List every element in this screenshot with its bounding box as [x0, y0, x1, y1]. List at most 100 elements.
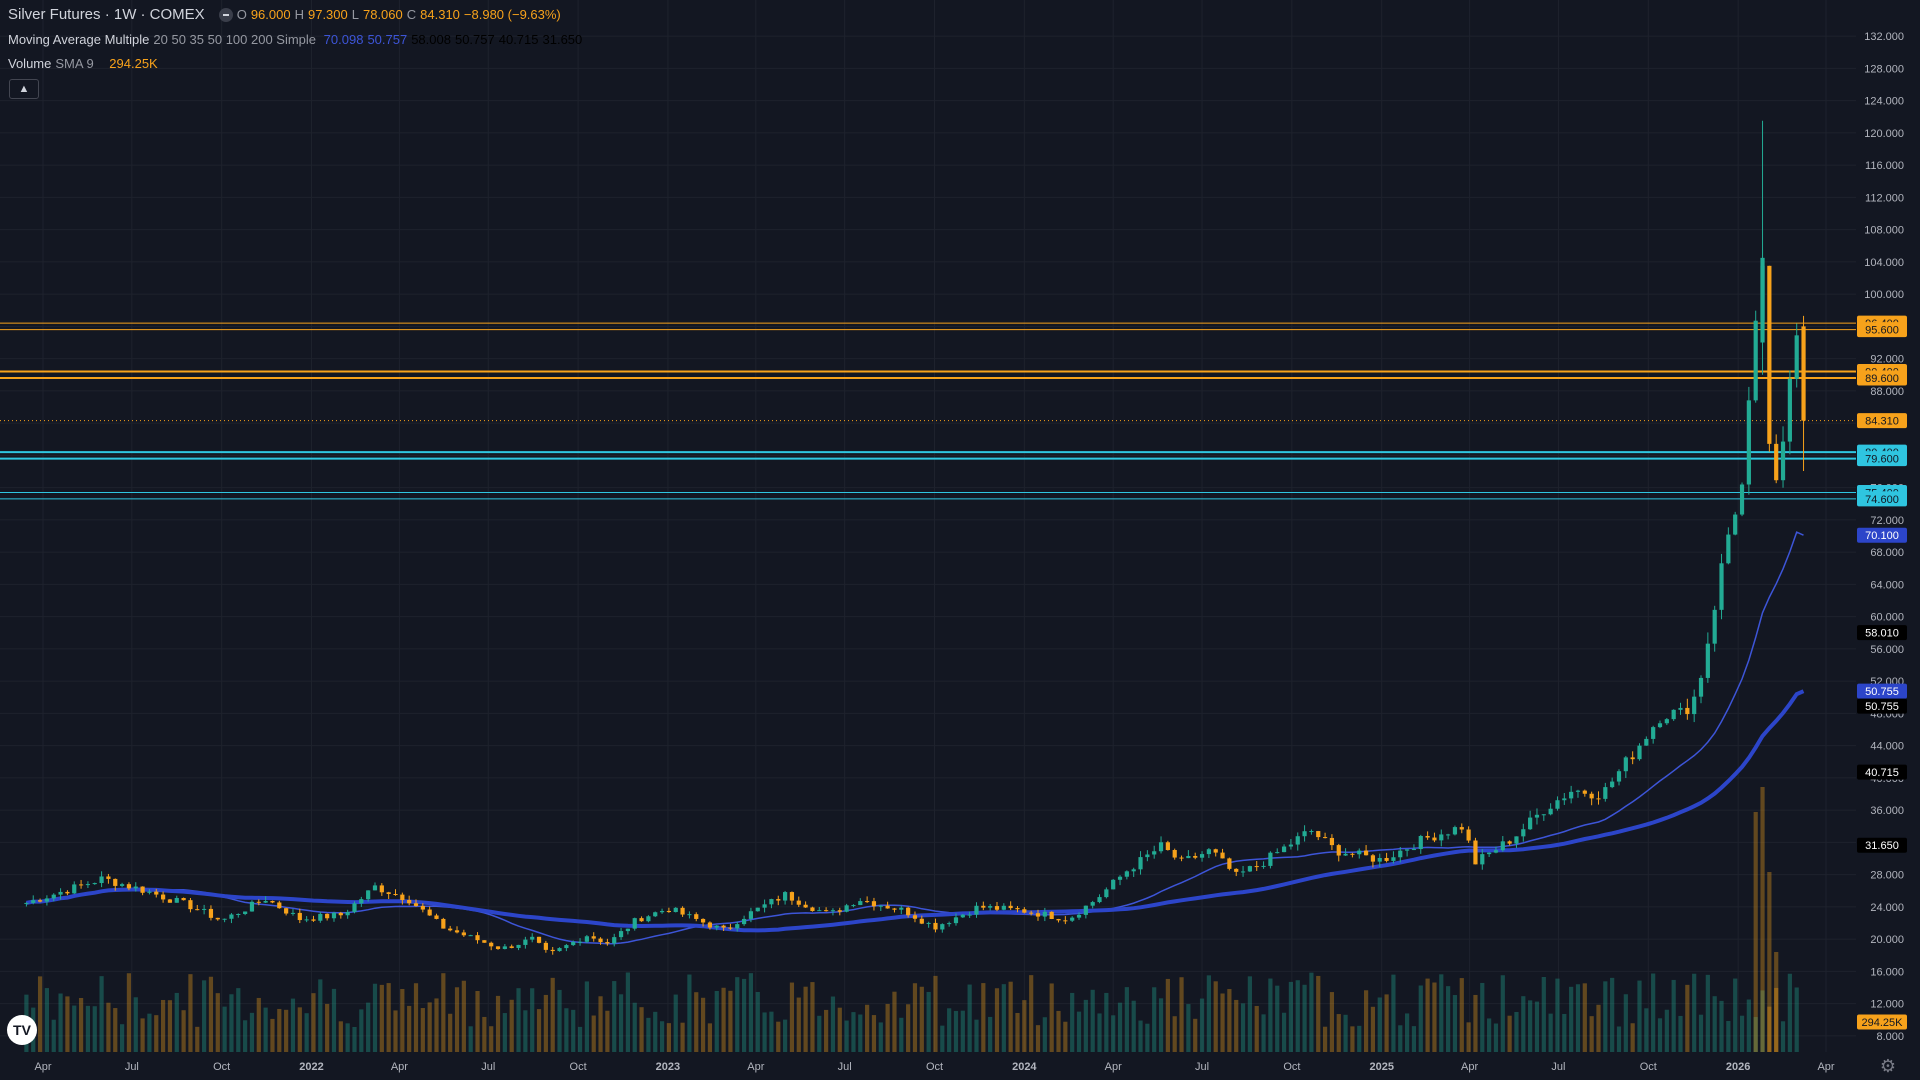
collapse-legend-button[interactable]: ▲: [9, 79, 39, 99]
ma-name[interactable]: Moving Average Multiple: [8, 32, 149, 47]
candle-body: [721, 925, 726, 928]
volume-bar: [1145, 1023, 1150, 1052]
candle-body: [646, 916, 651, 922]
low-label: L: [351, 7, 359, 22]
volume-bar: [1350, 1026, 1355, 1052]
volume-bar: [1322, 1026, 1328, 1052]
candle-body: [1562, 798, 1567, 801]
price-tick-label: 44.000: [1870, 741, 1904, 753]
volume-bar: [1657, 1018, 1663, 1052]
volume-bar: [427, 1002, 432, 1052]
volume-bar: [1206, 975, 1211, 1052]
volume-bar: [113, 1008, 118, 1052]
candle-body: [817, 910, 822, 912]
candle-body: [1172, 850, 1177, 858]
volume-bar: [653, 1011, 658, 1052]
volume-name[interactable]: Volume: [8, 56, 51, 71]
candle-body: [960, 914, 965, 918]
price-tick-label: 20.000: [1870, 934, 1904, 946]
candle-body: [1651, 727, 1656, 739]
volume-bar: [865, 1004, 870, 1052]
symbol-legend[interactable]: Silver Futures · 1W · COMEX O 96.000 H 97.30…: [8, 6, 569, 24]
time-tick-label: 2025: [1369, 1061, 1393, 1073]
volume-bar: [721, 987, 726, 1052]
candle-body: [1227, 858, 1232, 869]
time-tick-label: Apr: [1817, 1061, 1834, 1073]
volume-bar: [666, 1023, 672, 1052]
candle-body: [1582, 790, 1587, 794]
price-tick-label: 112.000: [1865, 192, 1904, 204]
volume-bar: [1247, 976, 1252, 1052]
price-tick-label: 16.000: [1870, 966, 1904, 978]
price-tick-label: 68.000: [1870, 547, 1904, 559]
candle-body: [1090, 902, 1095, 906]
candle-body: [1610, 781, 1615, 788]
volume-bar: [1186, 1004, 1191, 1052]
volume-bar: [1459, 978, 1464, 1052]
time-tick-label: Apr: [391, 1061, 408, 1073]
symbol-title[interactable]: Silver Futures · 1W · COMEX: [8, 6, 205, 23]
horizontal-levels[interactable]: [0, 322, 1856, 500]
volume-legend[interactable]: Volume SMA 9 294.25K: [8, 55, 162, 73]
volume-bar: [1480, 982, 1485, 1052]
price-tick-label: 72.000: [1870, 515, 1904, 527]
candle-body: [865, 901, 870, 903]
volume-bar: [967, 984, 972, 1052]
volume-bar: [1425, 978, 1430, 1052]
volume-bar: [85, 1005, 91, 1052]
candle-body: [1193, 855, 1198, 858]
ma-price-label: 58.010: [1865, 628, 1899, 640]
candle-body: [1664, 719, 1669, 724]
volume-bar: [1589, 1016, 1594, 1052]
candle-body: [1042, 911, 1047, 917]
level-price-label: 95.600: [1865, 325, 1899, 337]
volume-bar: [277, 1008, 282, 1052]
candle-body: [1405, 849, 1410, 851]
candle-body: [304, 919, 309, 921]
price-tick-label: 92.000: [1870, 354, 1904, 366]
candle-body: [1692, 696, 1697, 715]
volume-bar: [598, 996, 603, 1052]
volume-bar: [386, 983, 391, 1052]
volume-bar: [236, 988, 241, 1052]
volume-bar: [1097, 1013, 1102, 1052]
ma-legend[interactable]: Moving Average Multiple 20 50 35 50 100 2…: [8, 31, 586, 49]
candle-body: [1165, 842, 1170, 851]
candle-body: [489, 942, 494, 947]
candle-body: [1466, 829, 1471, 841]
volume-bar: [728, 990, 733, 1052]
price-chart[interactable]: 132.000 128.000 124.000 120.000 116.000 112.0…: [0, 0, 1920, 1080]
volume-bar: [748, 973, 754, 1052]
candle-body: [99, 876, 104, 884]
candle-body: [1049, 911, 1054, 920]
candle-body: [1801, 326, 1806, 421]
volume-bar: [1767, 872, 1772, 1052]
candle-body: [37, 900, 43, 902]
ma-value-4: 50.757: [454, 32, 495, 47]
hide-eye-icon[interactable]: [218, 8, 233, 23]
candle-body: [1111, 879, 1116, 890]
candle-body: [1548, 808, 1553, 815]
candle-body: [229, 914, 234, 919]
candle-body: [700, 918, 706, 923]
candle-body: [837, 910, 842, 912]
volume-bar: [1487, 1018, 1492, 1052]
volume-bar: [78, 997, 84, 1052]
candle-body: [1240, 871, 1246, 873]
candle-body: [1022, 909, 1027, 913]
candle-body: [1671, 709, 1676, 720]
volume-bar: [1644, 1008, 1649, 1052]
candle-body: [78, 884, 84, 886]
candle-body: [810, 907, 815, 912]
volume-bar: [413, 983, 419, 1052]
volume-bar: [632, 1002, 637, 1052]
volume-bar: [1124, 987, 1129, 1052]
candle-body: [653, 912, 658, 917]
candle-body: [1124, 871, 1129, 877]
time-tick-label: Jul: [1195, 1061, 1209, 1073]
gear-icon[interactable]: ⚙: [1878, 1056, 1898, 1076]
volume-bar: [700, 997, 706, 1052]
candle-body: [366, 890, 371, 900]
tradingview-logo-icon[interactable]: TV: [7, 1015, 37, 1045]
candle-body: [571, 941, 576, 946]
